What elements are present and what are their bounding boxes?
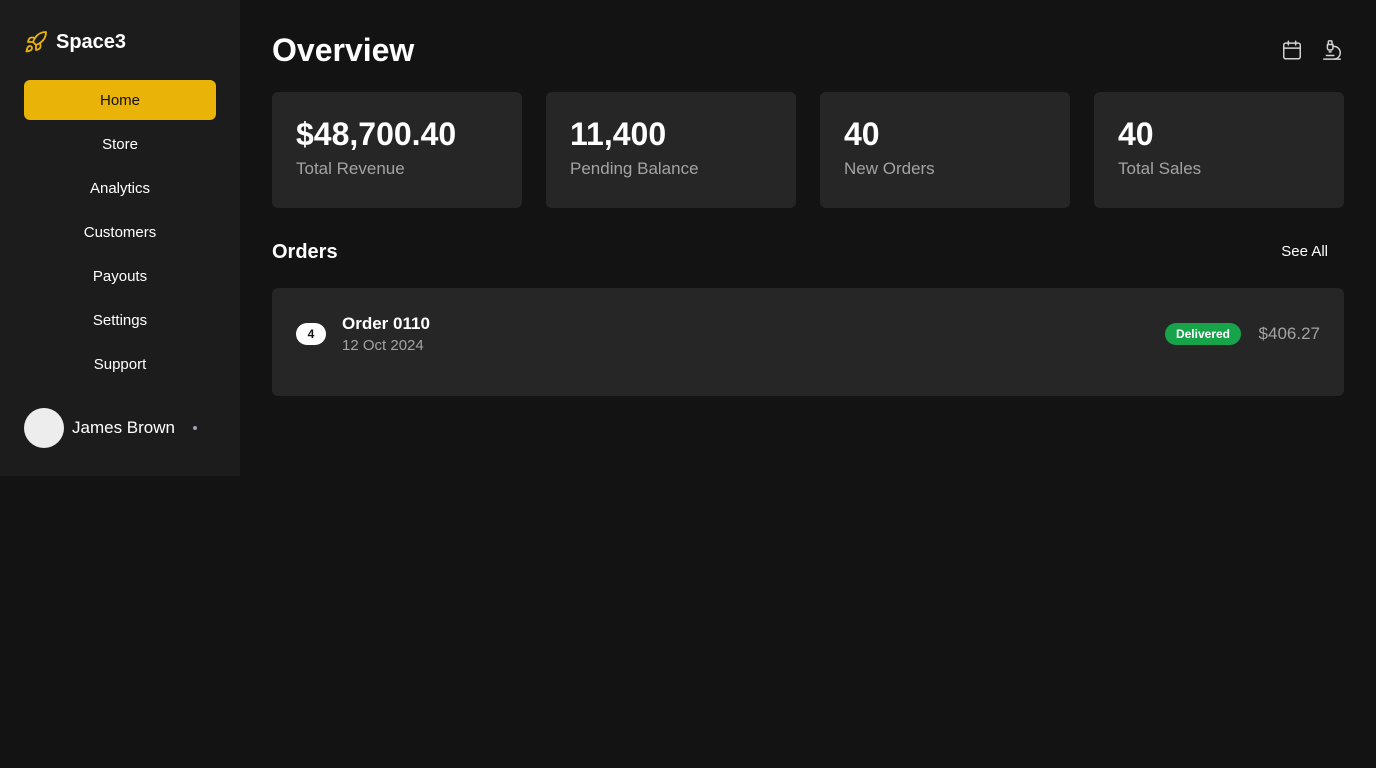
- sidebar-item-customers[interactable]: Customers: [24, 212, 216, 252]
- stat-value: 11,400: [570, 116, 667, 152]
- stat-label: Total Revenue: [296, 159, 405, 178]
- order-amount: $406.27: [1258, 324, 1320, 343]
- status-dot: [192, 426, 197, 430]
- stat-card-pending-balance: 11,400 Pending Balance: [546, 92, 796, 208]
- stat-value: 40: [844, 116, 880, 152]
- stat-label: New Orders: [844, 159, 935, 178]
- avatar: [24, 408, 64, 448]
- sidebar-nav: Home Store Analytics Customers Payouts S…: [24, 80, 216, 388]
- status-badge: Delivered: [1164, 323, 1241, 345]
- stat-value: $48,700.40: [296, 116, 457, 152]
- user-name: James Brown: [72, 418, 175, 437]
- stat-label: Total Sales: [1118, 159, 1202, 178]
- calendar-icon[interactable]: [1280, 36, 1304, 64]
- user-profile[interactable]: James Brown: [24, 408, 216, 448]
- see-all-link[interactable]: See All: [1281, 242, 1328, 262]
- order-row[interactable]: 4 Order 0110 12 Oct 2024 Delivered $406.…: [272, 288, 1344, 396]
- stat-label: Pending Balance: [570, 159, 699, 178]
- page-title: Overview: [272, 32, 415, 68]
- stats-row: $48,700.40 Total Revenue 11,400 Pending …: [272, 92, 1344, 208]
- stat-card-total-sales: 40 Total Sales: [1094, 92, 1344, 208]
- sidebar-item-home[interactable]: Home: [24, 80, 216, 120]
- sidebar: Space3 Home Store Analytics Customers Pa…: [0, 0, 240, 476]
- order-quantity-badge: 4: [296, 323, 326, 345]
- order-name: Order 0110: [342, 314, 430, 333]
- sidebar-item-support[interactable]: Support: [24, 344, 216, 384]
- stat-value: 40: [1118, 116, 1154, 152]
- brand[interactable]: Space3: [24, 28, 126, 56]
- stat-card-total-revenue: $48,700.40 Total Revenue: [272, 92, 522, 208]
- sidebar-item-settings[interactable]: Settings: [24, 300, 216, 340]
- order-date: 12 Oct 2024: [342, 337, 424, 354]
- sidebar-item-analytics[interactable]: Analytics: [24, 168, 216, 208]
- microscope-icon[interactable]: [1320, 36, 1344, 64]
- header-actions: [1264, 36, 1344, 64]
- sidebar-item-payouts[interactable]: Payouts: [24, 256, 216, 296]
- rocket-icon: [24, 30, 48, 54]
- stat-card-new-orders: 40 New Orders: [820, 92, 1070, 208]
- sidebar-item-store[interactable]: Store: [24, 124, 216, 164]
- orders-section-title: Orders: [272, 241, 338, 263]
- brand-name: Space3: [56, 30, 127, 53]
